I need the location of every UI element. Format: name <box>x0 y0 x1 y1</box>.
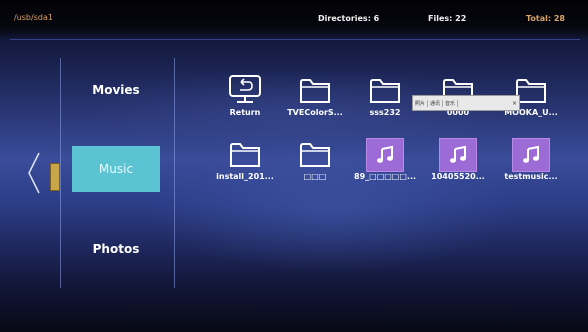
media-browser-screen: /usb/sda1 Directories: 6 Files: 22 Total… <box>0 0 588 332</box>
folder-icon <box>300 143 330 167</box>
folder-tile[interactable]: TVEColorS... <box>284 74 346 122</box>
context-popup[interactable]: 照片 通讯 音乐 × <box>412 95 520 111</box>
sidebar-item-label: Photos <box>92 242 140 256</box>
popup-item[interactable]: 音乐 <box>443 99 459 107</box>
music-note-icon <box>439 138 477 172</box>
folder-icon <box>230 143 260 167</box>
folder-tile[interactable]: sss232 <box>354 74 416 122</box>
folder-tile[interactable]: □□□ <box>284 138 346 186</box>
music-file-tile[interactable]: testmusic... <box>500 138 562 186</box>
chevron-left-icon[interactable] <box>26 151 42 195</box>
folder-tile[interactable]: install_201... <box>214 138 276 186</box>
file-label: □□□ <box>303 172 327 181</box>
file-tile-return[interactable]: Return <box>214 74 276 122</box>
sidebar-item-label: Music <box>98 162 134 176</box>
directories-count: Directories: 6 <box>318 14 380 23</box>
sidebar-left-divider <box>60 58 61 288</box>
files-count: Files: 22 <box>428 14 467 23</box>
file-label: 89_□□□□□... <box>354 172 416 181</box>
sidebar-item-music[interactable]: Music <box>72 146 160 192</box>
folder-icon <box>300 79 330 103</box>
file-label: TVEColorS... <box>287 108 343 117</box>
file-label: Return <box>229 108 261 117</box>
header-bar: /usb/sda1 Directories: 6 Files: 22 Total… <box>0 0 588 40</box>
file-label: testmusic... <box>504 172 558 181</box>
music-note-icon <box>366 138 404 172</box>
music-file-tile[interactable]: 89_□□□□□... <box>354 138 416 186</box>
sidebar-right-divider <box>174 58 175 288</box>
file-label: install_201... <box>216 172 274 181</box>
total-count: Total: 28 <box>526 14 565 23</box>
current-path: /usb/sda1 <box>14 13 53 22</box>
sidebar-item-movies[interactable]: Movies <box>72 74 160 106</box>
sidebar-item-label: Movies <box>92 83 140 97</box>
sidebar-item-photos[interactable]: Photos <box>72 233 160 265</box>
file-label: sss232 <box>369 108 401 117</box>
close-icon[interactable]: × <box>510 100 519 107</box>
return-icon <box>229 75 261 103</box>
popup-item[interactable]: 照片 <box>413 99 429 107</box>
file-label: 10405520... <box>431 172 485 181</box>
folder-icon <box>370 79 400 103</box>
header-divider <box>10 39 580 40</box>
popup-item[interactable]: 通讯 <box>428 99 444 107</box>
music-note-icon <box>512 138 550 172</box>
music-file-tile[interactable]: 10405520... <box>427 138 489 186</box>
scroll-handle[interactable] <box>50 163 60 191</box>
